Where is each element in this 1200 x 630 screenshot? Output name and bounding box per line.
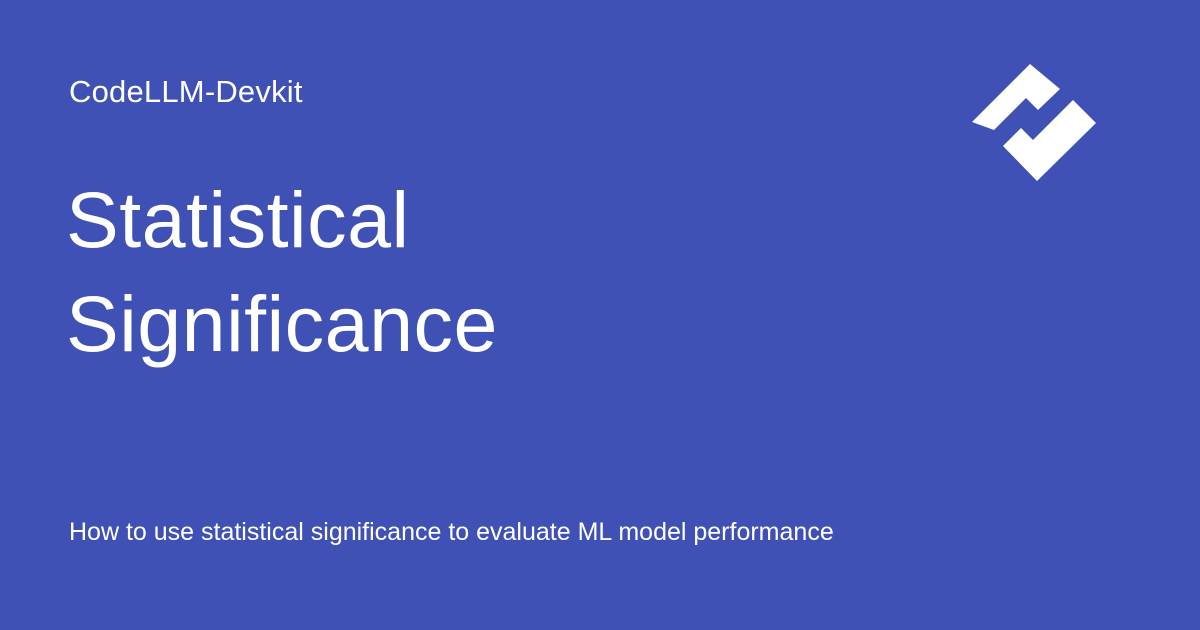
check-chevron-logo-icon	[970, 58, 1120, 184]
page-title: Statistical Significance	[66, 168, 966, 376]
page-description: How to use statistical significance to e…	[69, 518, 834, 546]
page-title-line-1: Statistical	[66, 175, 410, 264]
site-name: CodeLLM-Devkit	[69, 74, 303, 109]
social-preview-card: CodeLLM-Devkit Statistical Significance …	[0, 0, 1200, 630]
page-title-line-2: Significance	[66, 279, 498, 368]
